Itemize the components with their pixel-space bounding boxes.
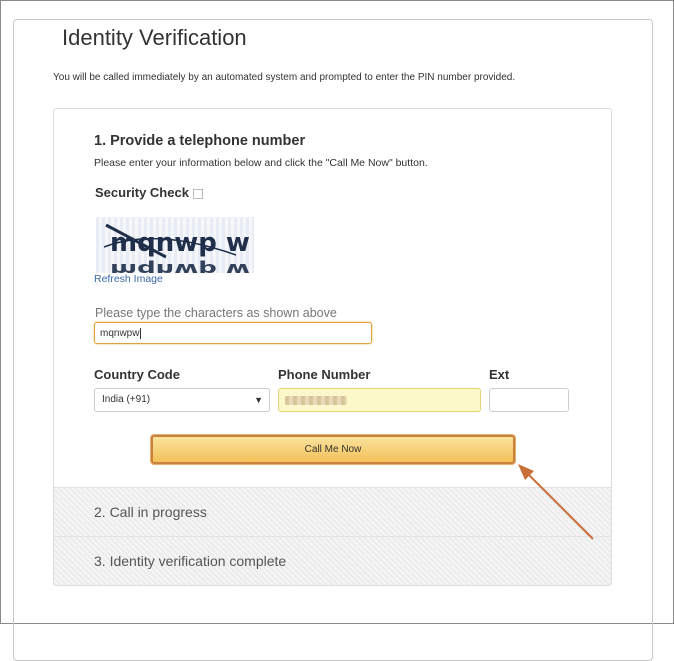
verification-card: 1. Provide a telephone number Please ent… <box>53 108 612 586</box>
phone-number-label: Phone Number <box>278 367 371 382</box>
text-caret <box>140 327 142 339</box>
intro-text: You will be called immediately by an aut… <box>53 72 516 83</box>
redacted-phone-value <box>285 396 347 405</box>
window-frame: Identity Verification You will be called… <box>0 0 674 661</box>
captcha-prompt-label: Please type the characters as shown abov… <box>95 306 337 320</box>
call-me-now-button[interactable]: Call Me Now <box>151 435 515 464</box>
step-call-in-progress: 2. Call in progress <box>54 487 611 536</box>
page-title: Identity Verification <box>54 24 255 52</box>
phone-number-input[interactable] <box>278 388 481 412</box>
step1-title: 1. Provide a telephone number <box>94 133 306 149</box>
captcha-input[interactable]: mqnwpw <box>94 322 372 344</box>
captcha-image: mqnwp w mqnwp w <box>96 217 254 273</box>
chevron-down-icon: ▼ <box>254 395 263 405</box>
captcha-graphic: mqnwp w mqnwp w <box>103 223 250 273</box>
ext-input[interactable] <box>489 388 569 412</box>
security-check-heading: Security Check <box>95 185 203 200</box>
country-code-select[interactable]: India (+91) ▼ <box>94 388 270 412</box>
country-code-value: India (+91) <box>102 394 151 405</box>
country-code-label: Country Code <box>94 367 180 382</box>
captcha-input-value: mqnwpw <box>100 328 140 339</box>
step-2-label: 2. Call in progress <box>94 504 207 520</box>
ext-label: Ext <box>489 367 510 382</box>
step-3-label: 3. Identity verification complete <box>94 553 287 569</box>
step1-description: Please enter your information below and … <box>94 157 428 169</box>
info-icon[interactable] <box>192 188 203 199</box>
captcha-reflection: mqnwp w <box>110 259 250 273</box>
captcha-text: mqnwp w <box>110 228 250 258</box>
step-verification-complete: 3. Identity verification complete <box>54 536 611 585</box>
security-check-label: Security Check <box>95 185 189 200</box>
refresh-image-link[interactable]: Refresh Image <box>94 273 163 285</box>
